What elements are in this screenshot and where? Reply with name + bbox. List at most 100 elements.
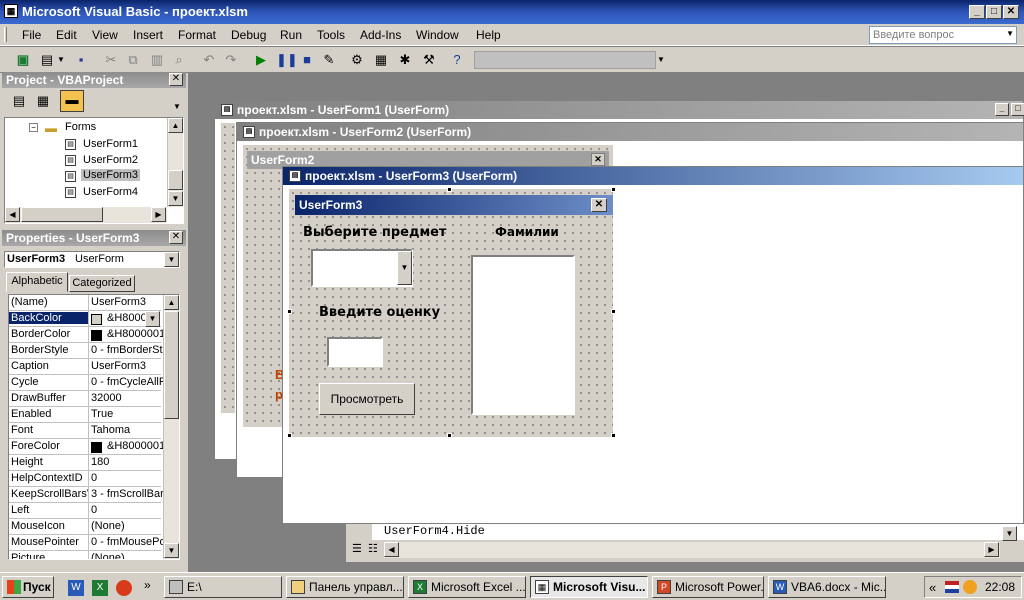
maximize-button[interactable]: □ — [986, 5, 1002, 19]
prop-value[interactable]: 32000 — [91, 392, 163, 404]
tray-expand[interactable]: « — [929, 580, 936, 595]
scroll-left-icon[interactable]: ◀ — [5, 207, 20, 222]
resize-handle[interactable] — [287, 433, 292, 438]
properties-object-select[interactable]: UserForm3 UserForm ▼ — [4, 251, 180, 268]
run-icon[interactable]: ▶ — [252, 51, 270, 69]
scroll-up-icon[interactable]: ▲ — [164, 295, 179, 310]
start-button[interactable]: Пуск — [2, 576, 54, 598]
undo-icon[interactable]: ↶ — [200, 51, 218, 69]
task-control-panel[interactable]: Панель управл... — [286, 576, 404, 598]
prop-row-picture[interactable]: Picture (None) — [9, 551, 163, 559]
maximize-button[interactable]: □ — [1011, 103, 1024, 116]
dropdown-arrow-icon[interactable]: ▼ — [56, 51, 66, 69]
prop-row-backcolor[interactable]: BackColor &H8000 ▼ — [9, 311, 161, 327]
mdi-window-userform3[interactable]: ▤ проект.xlsm - UserForm3 (UserForm) Use… — [282, 166, 1024, 524]
menu-insert[interactable]: Insert — [133, 28, 163, 42]
menu-view[interactable]: View — [92, 28, 118, 42]
scroll-right-icon[interactable]: ▶ — [984, 542, 999, 557]
tree-folder-forms[interactable]: Forms — [65, 121, 96, 133]
task-powerpoint[interactable]: P Microsoft Power... — [652, 576, 764, 598]
procedure-view-icon[interactable]: ☰ — [352, 542, 362, 555]
window-title-bar[interactable]: ▤ проект.xlsm - UserForm1 (UserForm) _ □ — [215, 101, 1024, 119]
reset-icon[interactable]: ■ — [298, 51, 316, 69]
code-window[interactable]: UserForm4.Hide ☰ ☷ ◀ ▶ ▼ — [346, 524, 1024, 562]
save-icon[interactable]: ▪ — [72, 51, 90, 69]
code-hscrollbar[interactable]: ◀ ▶ — [384, 542, 1000, 558]
close-icon[interactable]: ✕ — [591, 198, 607, 212]
tree-collapse-icon[interactable]: − — [29, 123, 38, 132]
prop-value[interactable]: 0 - fmBorderSt — [91, 344, 163, 356]
menu-file[interactable]: File — [22, 28, 41, 42]
project-menu-icon[interactable]: ▼ — [172, 98, 182, 116]
properties-window-icon[interactable]: ▦ — [372, 51, 390, 69]
prop-value[interactable]: &H8000001 — [107, 440, 163, 452]
insert-userform-icon[interactable]: ▤ — [38, 51, 56, 69]
menu-run[interactable]: Run — [280, 28, 302, 42]
prop-row-left[interactable]: Left 0 — [9, 503, 161, 519]
view-code-icon[interactable]: ▤ — [10, 92, 28, 110]
resize-handle[interactable] — [287, 309, 292, 314]
prop-value[interactable]: 0 — [91, 504, 163, 516]
properties-close-icon[interactable]: ✕ — [169, 231, 183, 244]
scroll-right-icon[interactable]: ▶ — [151, 207, 166, 222]
resize-handle[interactable] — [447, 187, 452, 192]
tab-categorized[interactable]: Categorized — [69, 275, 135, 292]
window-title-bar[interactable]: ▤ проект.xlsm - UserForm2 (UserForm) — [237, 123, 1023, 141]
subject-combobox[interactable]: ▼ — [311, 249, 413, 287]
scroll-down-icon[interactable]: ▼ — [164, 543, 179, 558]
prop-value[interactable]: 0 - fmMousePo — [91, 536, 163, 548]
scroll-thumb[interactable] — [164, 311, 179, 419]
resize-handle[interactable] — [611, 433, 616, 438]
project-vscrollbar[interactable]: ▲ ▼ — [167, 118, 183, 207]
prop-value[interactable]: 0 — [91, 472, 163, 484]
toggle-folders-icon[interactable]: ▬ — [60, 90, 84, 112]
break-icon[interactable]: ❚❚ — [276, 51, 298, 69]
resize-handle[interactable] — [611, 187, 616, 192]
menu-addins[interactable]: Add-Ins — [360, 28, 401, 42]
prop-row-name[interactable]: (Name) UserForm3 — [9, 295, 161, 311]
minimize-button[interactable]: _ — [969, 5, 985, 19]
menu-help[interactable]: Help — [476, 28, 501, 42]
prop-value[interactable]: 180 — [91, 456, 163, 468]
properties-vscrollbar[interactable]: ▲ ▼ — [163, 295, 179, 559]
task-explorer[interactable]: E:\ — [164, 576, 282, 598]
prop-row-caption[interactable]: Caption UserForm3 — [9, 359, 161, 375]
prop-row-bordercolor[interactable]: BorderColor &H8000001 — [9, 327, 163, 343]
prop-value[interactable]: Tahoma — [91, 424, 163, 436]
vb-app-icon[interactable]: ▦ — [4, 4, 18, 18]
redo-icon[interactable]: ↷ — [222, 51, 240, 69]
excel-view-icon[interactable]: ▣ — [14, 51, 32, 69]
prop-value[interactable]: (None) — [91, 520, 163, 532]
prop-row-mousepointer[interactable]: MousePointer 0 - fmMousePo — [9, 535, 163, 551]
prop-row-mouseicon[interactable]: MouseIcon (None) — [9, 519, 161, 535]
scroll-thumb[interactable] — [168, 170, 183, 190]
chevron-down-icon[interactable]: ▼ — [1006, 29, 1014, 38]
project-explorer-icon[interactable]: ⚙ — [348, 51, 366, 69]
prop-value[interactable]: UserForm3 — [91, 360, 163, 372]
quicklaunch-excel-icon[interactable]: X — [92, 580, 108, 596]
menu-edit[interactable]: Edit — [56, 28, 77, 42]
quicklaunch-browser-icon[interactable] — [116, 580, 132, 596]
view-button[interactable]: Просмотреть — [319, 383, 415, 415]
task-excel[interactable]: X Microsoft Excel ... — [408, 576, 526, 598]
menu-tools[interactable]: Tools — [317, 28, 345, 42]
prop-row-enabled[interactable]: Enabled True — [9, 407, 161, 423]
prop-row-keepscrollbars[interactable]: KeepScrollBarsVi 3 - fmScrollBar — [9, 487, 163, 503]
project-hscrollbar[interactable]: ◀ ▶ — [5, 207, 167, 223]
scroll-down-icon[interactable]: ▼ — [168, 191, 183, 206]
menu-debug[interactable]: Debug — [231, 28, 266, 42]
menu-format[interactable]: Format — [178, 28, 216, 42]
code-line[interactable]: UserForm4.Hide — [384, 524, 485, 538]
copy-icon[interactable]: ⧉ — [124, 51, 142, 69]
userform3-designer[interactable]: UserForm3 ✕ Выберите предмет Фамилии ▼ В… — [289, 189, 613, 437]
chevron-down-icon[interactable]: ▼ — [164, 252, 179, 267]
object-browser-icon[interactable]: ✱ — [396, 51, 414, 69]
cut-icon[interactable]: ✂ — [102, 51, 120, 69]
prop-value[interactable]: (None) — [91, 552, 163, 559]
view-object-icon[interactable]: ▦ — [34, 92, 52, 110]
help-icon[interactable]: ? — [448, 51, 466, 69]
scroll-down-icon[interactable]: ▼ — [1002, 526, 1017, 541]
surnames-listbox[interactable] — [471, 255, 575, 415]
userform3-caption-bar[interactable]: UserForm3 ✕ — [295, 195, 613, 215]
chevron-down-icon[interactable]: ▼ — [145, 311, 160, 327]
